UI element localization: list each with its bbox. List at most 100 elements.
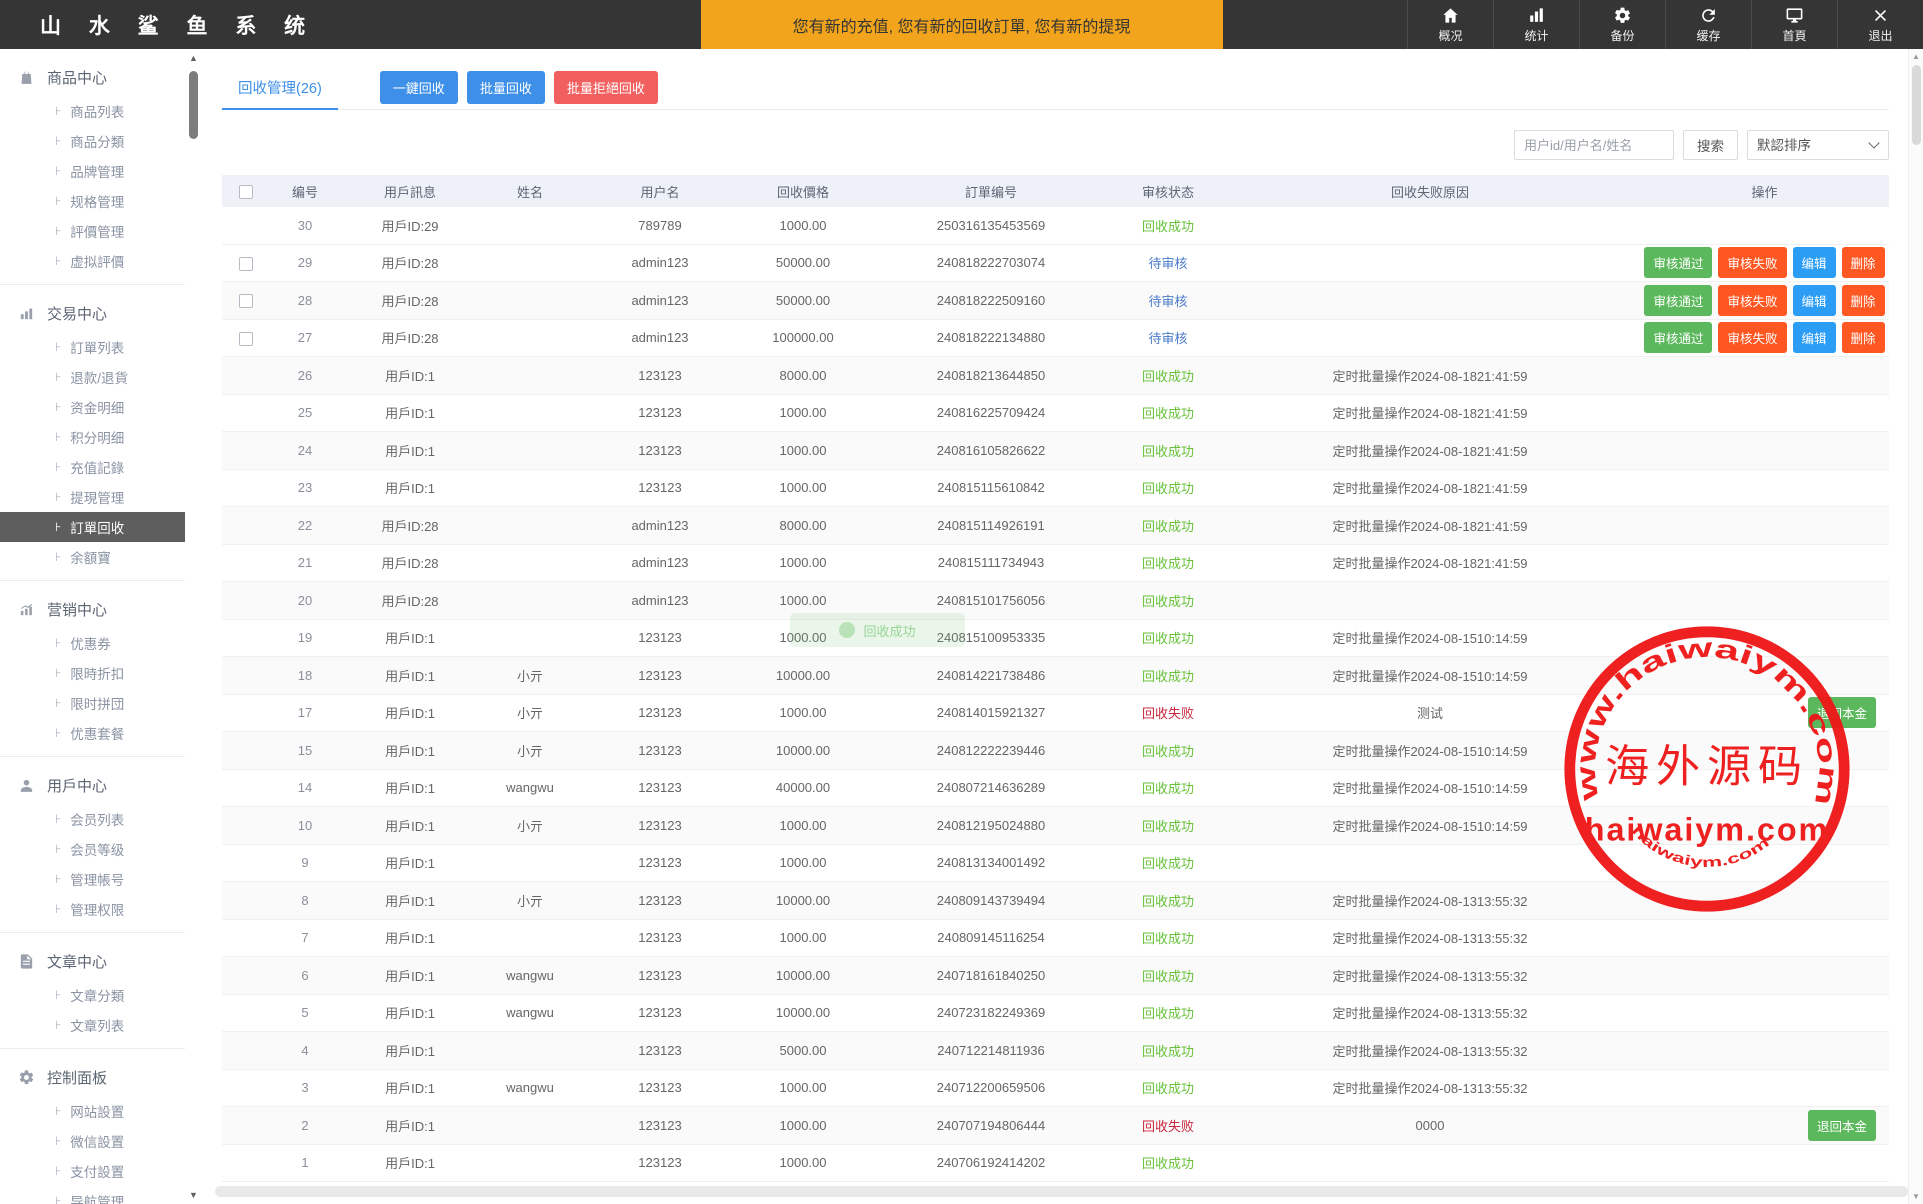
row-status-cell: 回收成功 xyxy=(1116,1003,1220,1022)
sidebar-item-余額寶[interactable]: ⊦余額寶 xyxy=(0,542,185,572)
notification-banner[interactable]: 您有新的充值, 您有新的回收訂單, 您有新的提現 xyxy=(701,0,1223,49)
sidebar-section-title[interactable]: 交易中心 xyxy=(0,295,185,332)
sidebar-section-title[interactable]: 商品中心 xyxy=(0,59,185,96)
sidebar-item-会员等级[interactable]: ⊦会员等级 xyxy=(0,834,185,864)
table-row: 3用戶ID:1wangwu1231231000.0024071220065950… xyxy=(222,1070,1889,1108)
reject-button[interactable]: 审核失败 xyxy=(1718,285,1786,316)
reject-button[interactable]: 审核失败 xyxy=(1718,247,1786,278)
row-order-no: 240809143739494 xyxy=(866,893,1116,908)
sidebar-item-label: 会员等级 xyxy=(70,839,124,859)
sidebar-item-商品分類[interactable]: ⊦商品分類 xyxy=(0,126,185,156)
edit-button[interactable]: 编辑 xyxy=(1793,247,1836,278)
sidebar-section-title[interactable]: 控制面板 xyxy=(0,1059,185,1096)
sidebar-item-充值記錄[interactable]: ⊦充值記錄 xyxy=(0,452,185,482)
delete-button[interactable]: 删除 xyxy=(1842,285,1885,316)
sort-select[interactable]: 默認排序 xyxy=(1747,130,1889,160)
sidebar-item-规格管理[interactable]: ⊦规格管理 xyxy=(0,186,185,216)
header-nav-概况[interactable]: 概况 xyxy=(1407,0,1493,49)
sidebar-item-积分明细[interactable]: ⊦积分明细 xyxy=(0,422,185,452)
edit-button[interactable]: 编辑 xyxy=(1793,322,1836,353)
header-nav-首頁[interactable]: 首頁 xyxy=(1751,0,1837,49)
sidebar-item-文章列表[interactable]: ⊦文章列表 xyxy=(0,1010,185,1040)
delete-button[interactable]: 删除 xyxy=(1842,247,1885,278)
sidebar-item-优惠套餐[interactable]: ⊦优惠套餐 xyxy=(0,718,185,748)
sidebar-item-商品列表[interactable]: ⊦商品列表 xyxy=(0,96,185,126)
select-all-checkbox[interactable] xyxy=(239,185,253,199)
sidebar-item-label: 优惠套餐 xyxy=(70,723,124,743)
sidebar-item-限时拼団[interactable]: ⊦限时拼団 xyxy=(0,688,185,718)
sidebar-item-会员列表[interactable]: ⊦会员列表 xyxy=(0,804,185,834)
sidebar-item-管理权限[interactable]: ⊦管理权限 xyxy=(0,894,185,924)
row-username: 123123 xyxy=(580,968,740,983)
row-checkbox[interactable] xyxy=(239,332,253,346)
window-scrollbar[interactable]: ▲ ▼ xyxy=(1908,49,1923,1204)
header-nav-缓存[interactable]: 缓存 xyxy=(1665,0,1751,49)
row-price: 1000.00 xyxy=(740,1080,866,1095)
search-input[interactable] xyxy=(1514,130,1674,160)
edit-button[interactable]: 编辑 xyxy=(1793,285,1836,316)
toolbar-button-批量拒絕回收[interactable]: 批量拒絕回收 xyxy=(554,71,658,104)
sidebar-item-限時折扣[interactable]: ⊦限時折扣 xyxy=(0,658,185,688)
sidebar-section-title[interactable]: 用戶中心 xyxy=(0,767,185,804)
row-order-no: 240812195024880 xyxy=(866,818,1116,833)
status-badge: 回收成功 xyxy=(1142,481,1194,496)
sidebar-item-网站設置[interactable]: ⊦网站設置 xyxy=(0,1096,185,1126)
sidebar-item-訂單列表[interactable]: ⊦訂單列表 xyxy=(0,332,185,362)
sidebar-item-提現管理[interactable]: ⊦提現管理 xyxy=(0,482,185,512)
row-order-no: 240818222509160 xyxy=(866,293,1116,308)
header-nav-备份[interactable]: 备份 xyxy=(1579,0,1665,49)
sidebar-item-优惠券[interactable]: ⊦优惠券 xyxy=(0,628,185,658)
toolbar-button-批量回收[interactable]: 批量回收 xyxy=(467,71,545,104)
header-nav-统计[interactable]: 统计 xyxy=(1493,0,1579,49)
sidebar-item-虚拟評價[interactable]: ⊦虚拟評價 xyxy=(0,246,185,276)
branch-icon: ⊦ xyxy=(55,460,61,474)
row-fail-reason: 测试 xyxy=(1220,703,1640,722)
toolbar-button-一鍵回收[interactable]: 一鍵回收 xyxy=(380,71,458,104)
sidebar-scrollbar-thumb[interactable] xyxy=(189,71,198,139)
sidebar-item-品牌管理[interactable]: ⊦品牌管理 xyxy=(0,156,185,186)
sidebar-item-微信設置[interactable]: ⊦微信設置 xyxy=(0,1126,185,1156)
main-area: 回收管理(26) 一鍵回收批量回收批量拒絕回收 搜索 默認排序 编号用戶訊息姓名… xyxy=(202,49,1908,1204)
row-checkbox[interactable] xyxy=(239,257,253,271)
sidebar-item-訂單回收[interactable]: ⊦訂單回收 xyxy=(0,512,185,542)
row-user-info: 用戶ID:1 xyxy=(340,1078,480,1097)
sidebar-item-导航管理[interactable]: ⊦导航管理 xyxy=(0,1186,185,1204)
tab-recycle-management[interactable]: 回收管理(26) xyxy=(222,66,338,110)
column-header: 编号 xyxy=(270,182,340,201)
status-badge: 回收成功 xyxy=(1142,519,1194,534)
sidebar-item-管理帳号[interactable]: ⊦管理帳号 xyxy=(0,864,185,894)
sidebar-section-title[interactable]: 文章中心 xyxy=(0,943,185,980)
logout-icon xyxy=(1871,6,1890,25)
refund-button[interactable]: 退回本金 xyxy=(1808,697,1876,728)
scroll-down-icon[interactable]: ▼ xyxy=(185,1190,202,1200)
row-checkbox[interactable] xyxy=(239,294,253,308)
approve-button[interactable]: 审核通过 xyxy=(1644,285,1712,316)
scroll-up-icon[interactable]: ▲ xyxy=(185,53,202,63)
scroll-up-icon[interactable]: ▲ xyxy=(1909,52,1923,61)
sidebar-scrollbar[interactable]: ▲ ▼ xyxy=(185,49,202,1204)
sidebar-item-評價管理[interactable]: ⊦評價管理 xyxy=(0,216,185,246)
row-status-cell: 回收成功 xyxy=(1116,478,1220,497)
row-status-cell: 回收成功 xyxy=(1116,891,1220,910)
sidebar-item-支付設置[interactable]: ⊦支付設置 xyxy=(0,1156,185,1186)
sidebar-section-title[interactable]: 营销中心 xyxy=(0,591,185,628)
header-nav-退出[interactable]: 退出 xyxy=(1837,0,1923,49)
approve-button[interactable]: 审核通过 xyxy=(1644,247,1712,278)
status-badge: 回收成功 xyxy=(1142,444,1194,459)
sidebar-item-退款/退貨[interactable]: ⊦退款/退貨 xyxy=(0,362,185,392)
delete-button[interactable]: 删除 xyxy=(1842,322,1885,353)
window-scrollbar-thumb[interactable] xyxy=(1912,65,1921,145)
approve-button[interactable]: 审核通过 xyxy=(1644,322,1712,353)
search-button[interactable]: 搜索 xyxy=(1683,130,1738,160)
reject-button[interactable]: 审核失败 xyxy=(1718,322,1786,353)
status-badge: 回收成功 xyxy=(1142,894,1194,909)
scroll-down-icon[interactable]: ▼ xyxy=(1909,1192,1923,1201)
user-icon xyxy=(18,777,35,794)
sidebar-item-资金明细[interactable]: ⊦资金明细 xyxy=(0,392,185,422)
refund-button[interactable]: 退回本金 xyxy=(1808,1110,1876,1141)
table-row: 1用戶ID:11231231000.00240706192414202回收成功 xyxy=(222,1145,1889,1183)
row-price: 50000.00 xyxy=(740,293,866,308)
table-row: 22用戶ID:28admin1238000.00240815114926191回… xyxy=(222,507,1889,545)
horizontal-scrollbar[interactable] xyxy=(215,1186,1908,1197)
sidebar-item-文章分類[interactable]: ⊦文章分類 xyxy=(0,980,185,1010)
